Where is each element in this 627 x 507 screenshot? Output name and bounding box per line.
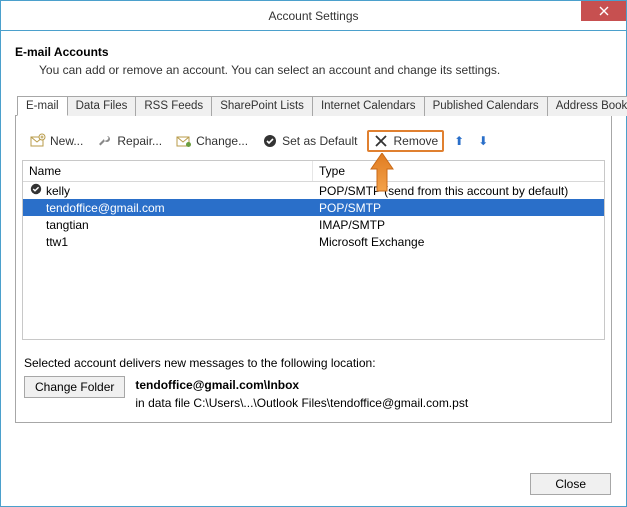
account-name: ttw1 <box>46 235 68 249</box>
window-title: Account Settings <box>268 9 358 23</box>
account-name: kelly <box>46 184 70 198</box>
title-bar: Account Settings <box>1 1 626 31</box>
change-folder-button[interactable]: Change Folder <box>24 376 125 398</box>
set-default-button[interactable]: Set as Default <box>258 131 361 151</box>
col-type[interactable]: Type <box>313 161 604 181</box>
window-close-button[interactable] <box>581 1 626 21</box>
wrench-icon <box>97 133 113 149</box>
new-mail-icon <box>30 133 46 149</box>
delivery-note: Selected account delivers new messages t… <box>24 356 603 370</box>
account-type: POP/SMTP <box>313 201 604 215</box>
close-button[interactable]: Close <box>530 473 611 495</box>
move-up-button[interactable]: ⬆ <box>450 132 468 150</box>
move-down-button[interactable]: ⬇ <box>474 132 492 150</box>
tab-published-calendars[interactable]: Published Calendars <box>425 96 548 116</box>
delivery-folder: tendoffice@gmail.com\Inbox <box>135 378 299 392</box>
arrow-down-icon: ⬇ <box>478 134 488 148</box>
toolbar: New... Repair... Change... Set as Defaul… <box>22 126 605 160</box>
account-type: POP/SMTP (send from this account by defa… <box>313 184 604 198</box>
tab-email[interactable]: E-mail <box>17 96 68 116</box>
close-icon <box>599 6 609 16</box>
tab-panel-email: New... Repair... Change... Set as Defaul… <box>15 116 612 423</box>
account-name: tangtian <box>46 218 89 232</box>
remove-button[interactable]: Remove <box>367 130 444 152</box>
table-header: Name Type <box>23 161 604 182</box>
arrow-up-icon: ⬆ <box>454 134 464 148</box>
repair-button[interactable]: Repair... <box>93 131 166 151</box>
account-type: IMAP/SMTP <box>313 218 604 232</box>
account-type: Microsoft Exchange <box>313 235 604 249</box>
tab-sharepoint-lists[interactable]: SharePoint Lists <box>212 96 313 116</box>
col-name[interactable]: Name <box>23 161 313 181</box>
change-icon <box>176 133 192 149</box>
table-row[interactable]: kelly POP/SMTP (send from this account b… <box>23 182 604 199</box>
check-circle-icon <box>262 133 278 149</box>
tab-address-books[interactable]: Address Books <box>548 96 627 116</box>
table-row[interactable]: tendoffice@gmail.com POP/SMTP <box>23 199 604 216</box>
section-desc: You can add or remove an account. You ca… <box>39 63 612 77</box>
delivery-location: tendoffice@gmail.com\Inbox in data file … <box>135 376 468 412</box>
table-row[interactable]: ttw1 Microsoft Exchange <box>23 233 604 250</box>
accounts-table: Name Type kelly POP/SMTP (send from this… <box>22 160 605 340</box>
tab-row: E-mail Data Files RSS Feeds SharePoint L… <box>15 95 612 116</box>
delivery-datafile: in data file C:\Users\...\Outlook Files\… <box>135 394 468 412</box>
tab-internet-calendars[interactable]: Internet Calendars <box>313 96 425 116</box>
change-button[interactable]: Change... <box>172 131 252 151</box>
tab-data-files[interactable]: Data Files <box>68 96 137 116</box>
account-name: tendoffice@gmail.com <box>46 201 165 215</box>
table-row[interactable]: tangtian IMAP/SMTP <box>23 216 604 233</box>
section-title: E-mail Accounts <box>15 45 612 59</box>
default-check-icon <box>29 183 43 198</box>
new-button[interactable]: New... <box>26 131 87 151</box>
remove-x-icon <box>373 133 389 149</box>
tab-rss-feeds[interactable]: RSS Feeds <box>136 96 212 116</box>
